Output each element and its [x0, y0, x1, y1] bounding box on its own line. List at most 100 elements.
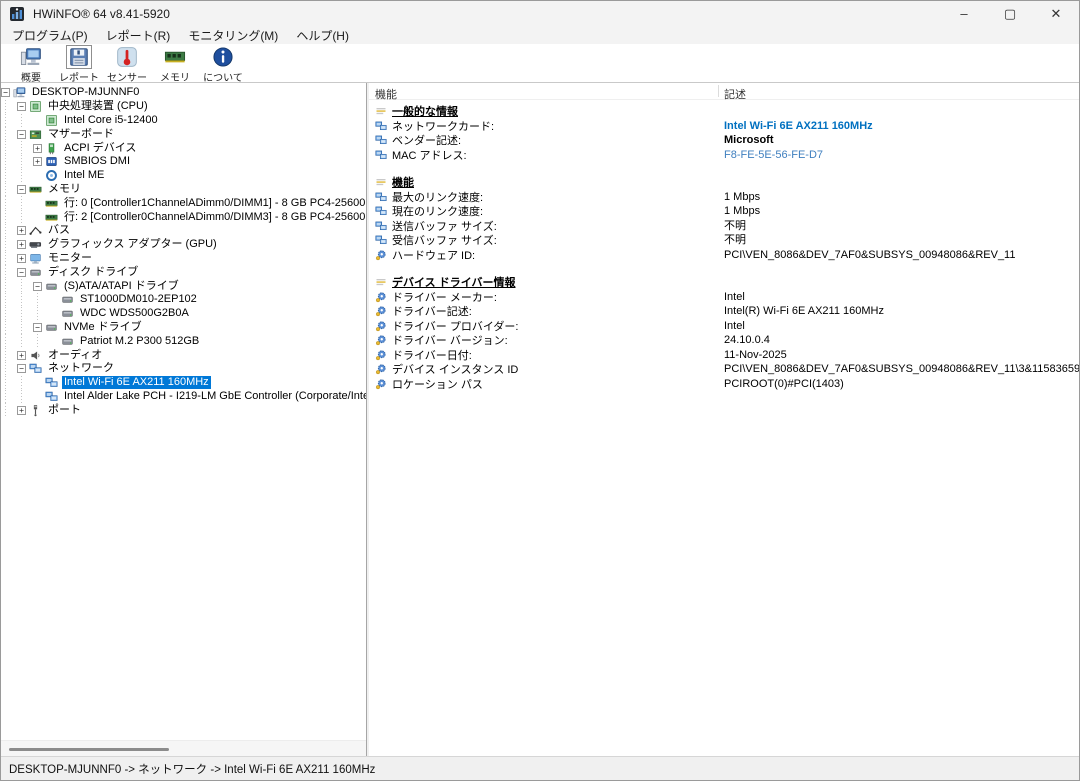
row-gear-icon [375, 363, 389, 376]
tree-item[interactable]: +モニター [1, 252, 366, 266]
tree-indent-guide [1, 155, 17, 169]
details-row[interactable]: ネットワークカード:Intel Wi-Fi 6E AX211 160MHz [369, 119, 1079, 134]
toolbar-button-3[interactable]: センサー [103, 46, 151, 82]
tree-item[interactable]: Intel Alder Lake PCH - I219-LM GbE Contr… [1, 390, 366, 404]
tree-item[interactable]: Intel Core i5-12400 [1, 114, 366, 128]
disk-icon [61, 307, 75, 320]
menu-help[interactable]: ヘルプ(H) [287, 25, 358, 46]
expand-icon[interactable]: + [17, 351, 26, 360]
gpu-icon [29, 238, 43, 251]
details-row[interactable]: ドライバー日付:11-Nov-2025 [369, 348, 1079, 363]
toolbar-button-2[interactable]: レポート [55, 46, 103, 82]
tree-item[interactable]: WDC WDS500G2B0A [1, 307, 366, 321]
tree-item[interactable]: +オーディオ [1, 348, 366, 362]
tree-item[interactable]: Patriot M.2 P300 512GB [1, 334, 366, 348]
speaker-icon [29, 349, 43, 362]
details-row[interactable]: ロケーション パスPCIROOT(0)#PCI(1403) [369, 377, 1079, 392]
tree-item[interactable]: −マザーボード [1, 127, 366, 141]
menu-program[interactable]: プログラム(P) [3, 25, 97, 46]
menu-monitoring[interactable]: モニタリング(M) [179, 25, 287, 46]
details-column-header: 機能 記述 [369, 83, 1079, 100]
details-row[interactable]: ハードウェア ID:PCI\VEN_8086&DEV_7AF0&SUBSYS_0… [369, 248, 1079, 263]
collapse-icon[interactable]: − [17, 102, 26, 111]
details-section-header[interactable]: デバイス ドライバー情報 [369, 275, 1079, 290]
tree-item[interactable]: +ポート [1, 403, 366, 417]
tree-item[interactable]: +グラフィックス アダプター (GPU) [1, 238, 366, 252]
scrollbar-thumb[interactable] [9, 748, 169, 751]
details-row[interactable]: ドライバー バージョン:24.10.0.4 [369, 333, 1079, 348]
tree-horizontal-scrollbar[interactable] [1, 740, 366, 756]
details-row[interactable]: ベンダー記述:Microsoft [369, 133, 1079, 148]
expand-icon[interactable]: + [33, 144, 42, 153]
tree-item[interactable]: Intel ME [1, 169, 366, 183]
collapse-icon[interactable]: − [17, 130, 26, 139]
toolbar-button-4[interactable]: メモリ [151, 46, 199, 82]
tree-item[interactable]: Intel Wi-Fi 6E AX211 160MHz [1, 376, 366, 390]
details-section-header[interactable]: 機能 [369, 175, 1079, 190]
tree-item[interactable]: 行: 2 [Controller0ChannelADimm0/DIMM3] - … [1, 210, 366, 224]
collapse-icon[interactable]: − [1, 88, 10, 97]
tree-item[interactable]: −メモリ [1, 183, 366, 197]
tree-item-label: ST1000DM010-2EP102 [78, 293, 199, 306]
section-lines-icon [375, 105, 389, 118]
details-row[interactable]: ドライバー プロバイダー:Intel [369, 319, 1079, 334]
details-row[interactable]: 受信バッファ サイズ:不明 [369, 233, 1079, 248]
tree-indent-guide [17, 376, 33, 390]
toolbar-button-5[interactable]: について [199, 46, 247, 82]
collapse-icon[interactable]: − [33, 323, 42, 332]
toolbar-button-1[interactable]: 概要 [7, 46, 55, 82]
close-button[interactable]: ✕ [1033, 1, 1079, 26]
tree-item-label: ネットワーク [46, 362, 116, 375]
details-row[interactable]: ドライバー記述:Intel(R) Wi-Fi 6E AX211 160MHz [369, 304, 1079, 319]
collapse-icon[interactable]: − [17, 268, 26, 277]
column-header-separator[interactable] [718, 85, 719, 97]
tree-item[interactable]: −中央処理装置 (CPU) [1, 100, 366, 114]
tree-item[interactable]: −(S)ATA/ATAPI ドライブ [1, 279, 366, 293]
column-header-description[interactable]: 記述 [724, 86, 746, 102]
tree-item[interactable]: 行: 0 [Controller1ChannelADimm0/DIMM1] - … [1, 196, 366, 210]
expand-icon[interactable]: + [17, 406, 26, 415]
tree-item[interactable]: +バス [1, 224, 366, 238]
motherboard-icon [29, 128, 43, 141]
details-section: 機能最大のリンク速度:1 Mbps現在のリンク速度:1 Mbps送信バッファ サ… [369, 175, 1079, 262]
usb-port-icon [29, 404, 43, 417]
tree-item[interactable]: − ネットワーク [1, 362, 366, 376]
collapse-icon[interactable]: − [33, 282, 42, 291]
feature-value: 不明 [724, 233, 746, 248]
tree-item-label: Intel ME [62, 169, 106, 182]
tree-item[interactable]: ST1000DM010-2EP102 [1, 293, 366, 307]
tree-item[interactable]: −DESKTOP-MJUNNF0 [1, 86, 366, 100]
disk-icon [45, 321, 59, 334]
toolbar: 概要レポートセンサーメモリについて [1, 44, 1079, 83]
expand-icon[interactable]: + [17, 254, 26, 263]
tree-item[interactable]: −NVMe ドライブ [1, 321, 366, 335]
disk-icon [61, 293, 75, 306]
details-row[interactable]: 送信バッファ サイズ:不明 [369, 219, 1079, 234]
tree-item[interactable]: +ACPI デバイス [1, 141, 366, 155]
collapse-icon[interactable]: − [17, 364, 26, 373]
cpu-icon [45, 114, 59, 127]
disk-icon [45, 280, 59, 293]
row-network-icon [375, 219, 389, 232]
tree-item[interactable]: +SMBIOS DMI [1, 155, 366, 169]
minimize-button[interactable]: – [941, 1, 987, 26]
details-row[interactable]: デバイス インスタンス IDPCI\VEN_8086&DEV_7AF0&SUBS… [369, 362, 1079, 377]
details-row[interactable]: 現在のリンク速度:1 Mbps [369, 204, 1079, 219]
details-row[interactable]: MAC アドレス:F8-FE-5E-56-FE-D7 [369, 148, 1079, 163]
details-row[interactable]: 最大のリンク速度:1 Mbps [369, 190, 1079, 205]
feature-value: PCI\VEN_8086&DEV_7AF0&SUBSYS_00948086&RE… [724, 248, 1015, 263]
details-section: 一般的な情報ネットワークカード:Intel Wi-Fi 6E AX211 160… [369, 104, 1079, 162]
expand-icon[interactable]: + [17, 226, 26, 235]
details-row[interactable]: ドライバー メーカー:Intel [369, 290, 1079, 305]
menu-report[interactable]: レポート(R) [97, 25, 180, 46]
expand-icon[interactable]: + [33, 157, 42, 166]
maximize-button[interactable]: ▢ [987, 1, 1033, 26]
details-section-header[interactable]: 一般的な情報 [369, 104, 1079, 119]
tree-indent-guide [1, 141, 17, 155]
column-header-feature[interactable]: 機能 [375, 86, 397, 102]
tree-item[interactable]: −ディスク ドライブ [1, 265, 366, 279]
row-gear-icon [375, 290, 389, 303]
collapse-icon[interactable]: − [17, 185, 26, 194]
expand-icon[interactable]: + [17, 240, 26, 249]
feature-value: F8-FE-5E-56-FE-D7 [724, 148, 823, 163]
